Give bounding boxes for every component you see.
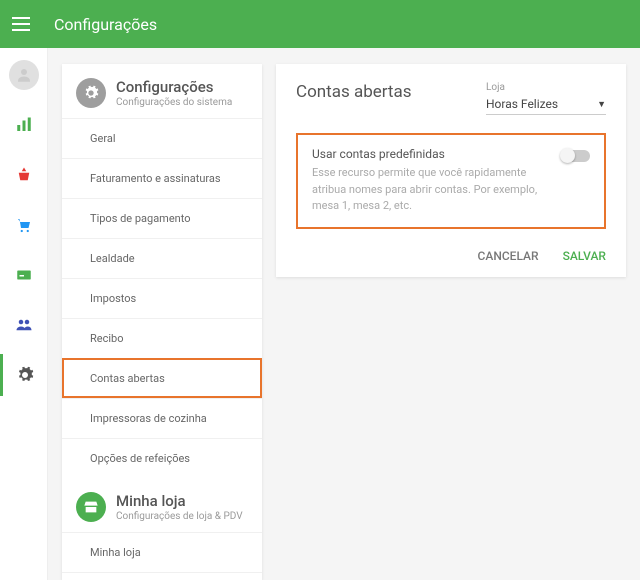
- settings-card: Contas abertas Loja Horas Felizes ▼ Usar…: [276, 64, 626, 277]
- predefined-accounts-setting: Usar contas predefinidas Esse recurso pe…: [296, 133, 606, 229]
- store-select[interactable]: Loja Horas Felizes ▼: [486, 82, 606, 115]
- store-value: Horas Felizes: [486, 97, 558, 111]
- chevron-down-icon: ▼: [597, 99, 606, 110]
- basket-icon[interactable]: [0, 154, 48, 196]
- store-group-header: Minha loja Configurações de loja & PDV: [62, 478, 262, 532]
- group-title: Minha loja: [116, 492, 243, 510]
- topbar: Configurações: [0, 0, 640, 48]
- page-title: Configurações: [54, 15, 157, 34]
- group-subtitle: Configurações do sistema: [116, 97, 232, 108]
- toggle-title: Usar contas predefinidas: [312, 147, 548, 161]
- settings-sidebar: Configurações Configurações do sistema G…: [62, 64, 262, 580]
- predefined-accounts-toggle[interactable]: [562, 150, 590, 162]
- sidebar-item-minha-loja[interactable]: Minha loja: [62, 532, 262, 572]
- toggle-description: Esse recurso permite que você rapidament…: [312, 165, 548, 215]
- cart-icon[interactable]: [0, 204, 48, 246]
- sidebar-item-dispositivos[interactable]: Dispositivos PDV: [62, 572, 262, 580]
- users-icon[interactable]: [0, 304, 48, 346]
- gear-icon[interactable]: [0, 354, 48, 396]
- card-title: Contas abertas: [296, 82, 412, 102]
- store-icon: [76, 492, 106, 522]
- sidebar-item-impressoras[interactable]: Impressoras de cozinha: [62, 398, 262, 438]
- settings-group-header: Configurações Configurações do sistema: [62, 64, 262, 118]
- sidebar-item-contas-abertas[interactable]: Contas abertas: [62, 358, 262, 398]
- menu-icon[interactable]: [12, 12, 36, 36]
- chart-icon[interactable]: [0, 104, 48, 146]
- sidebar-item-geral[interactable]: Geral: [62, 118, 262, 158]
- main-content: Contas abertas Loja Horas Felizes ▼ Usar…: [276, 64, 626, 580]
- gear-icon: [76, 78, 106, 108]
- sidebar-item-tipos-pagamento[interactable]: Tipos de pagamento: [62, 198, 262, 238]
- sidebar-item-impostos[interactable]: Impostos: [62, 278, 262, 318]
- store-label: Loja: [486, 82, 606, 93]
- card-icon[interactable]: [0, 254, 48, 296]
- sidebar-item-recibo[interactable]: Recibo: [62, 318, 262, 358]
- sidebar-item-refeicoes[interactable]: Opções de refeições: [62, 438, 262, 478]
- save-button[interactable]: SALVAR: [563, 249, 606, 263]
- sidebar-item-lealdade[interactable]: Lealdade: [62, 238, 262, 278]
- sidebar-item-faturamento[interactable]: Faturamento e assinaturas: [62, 158, 262, 198]
- group-subtitle: Configurações de loja & PDV: [116, 511, 243, 522]
- icon-sidebar: [0, 48, 48, 580]
- cancel-button[interactable]: CANCELAR: [478, 249, 539, 263]
- avatar[interactable]: [0, 54, 48, 96]
- group-title: Configurações: [116, 78, 232, 96]
